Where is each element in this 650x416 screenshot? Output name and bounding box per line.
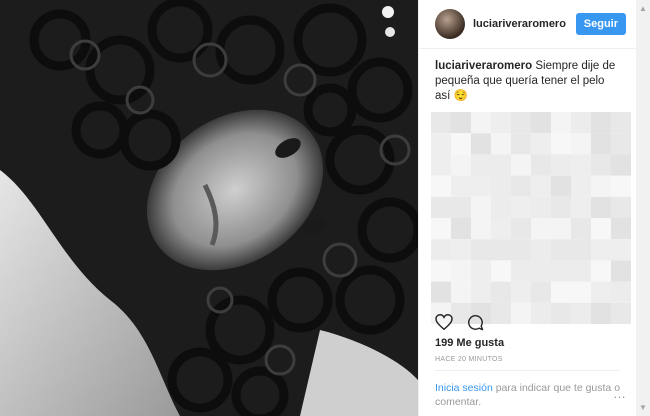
- post-timestamp: HACE 20 MINUTOS: [435, 356, 503, 363]
- scroll-down-icon[interactable]: ▼: [639, 403, 647, 412]
- scroll-up-icon[interactable]: ▲: [639, 4, 647, 13]
- caption-username[interactable]: luciariveraromero: [435, 60, 532, 72]
- pixelated-comments-image: [431, 112, 631, 324]
- photo-image: [0, 0, 418, 416]
- heart-icon[interactable]: [435, 314, 453, 330]
- divider: [435, 370, 620, 371]
- more-options-icon[interactable]: …: [613, 386, 626, 401]
- login-prompt: Inicia sesión para indicar que te gusta …: [435, 381, 625, 409]
- post-side-panel: luciariveraromero Seguir luciariverarome…: [418, 0, 636, 416]
- follow-button[interactable]: Seguir: [575, 13, 626, 35]
- scrollbar[interactable]: ▲ ▼: [636, 0, 650, 416]
- like-count[interactable]: 199 Me gusta: [435, 337, 504, 349]
- login-link[interactable]: Inicia sesión: [435, 382, 493, 394]
- post-photo[interactable]: [0, 0, 418, 416]
- comment-icon[interactable]: [467, 314, 484, 331]
- pixelated-comments: [431, 112, 631, 324]
- post-header: luciariveraromero Seguir: [419, 0, 636, 49]
- action-bar: [435, 314, 484, 331]
- header-username[interactable]: luciariveraromero: [473, 18, 576, 30]
- post-caption: luciariveraromero Siempre dije de pequeñ…: [419, 49, 636, 104]
- avatar[interactable]: [435, 9, 465, 39]
